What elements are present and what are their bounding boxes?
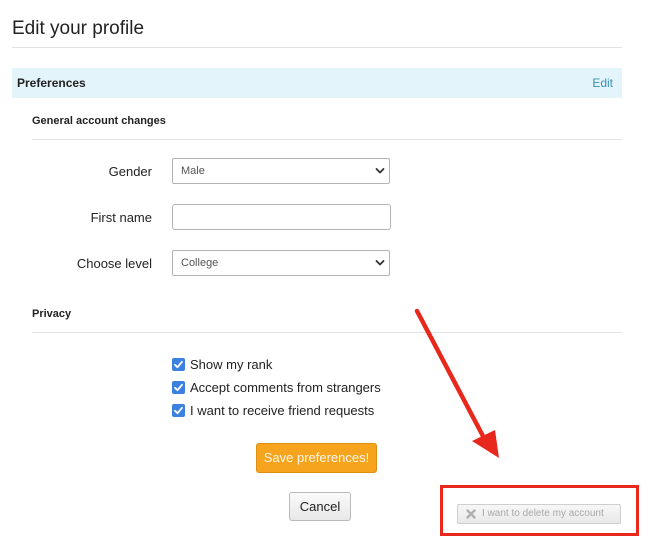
level-select[interactable]: College xyxy=(172,250,390,276)
show-rank-label: Show my rank xyxy=(190,357,273,372)
level-select-value: College xyxy=(181,257,219,269)
privacy-divider xyxy=(32,332,622,333)
accept-comments-checkbox[interactable] xyxy=(172,381,185,394)
cancel-button[interactable]: Cancel xyxy=(289,492,351,521)
choose-level-label: Choose level xyxy=(76,256,152,271)
preferences-edit-link[interactable]: Edit xyxy=(592,76,613,90)
chevron-down-icon xyxy=(375,168,385,174)
preferences-bar: Preferences Edit xyxy=(12,68,622,98)
friend-requests-label: I want to receive friend requests xyxy=(190,403,375,418)
checkmark-icon xyxy=(174,406,183,415)
first-name-label: First name xyxy=(90,210,152,225)
checkmark-icon xyxy=(174,383,183,392)
page-title: Edit your profile xyxy=(12,18,145,39)
general-account-heading: General account changes xyxy=(32,115,166,127)
highlight-box xyxy=(440,485,639,536)
gender-select-value: Male xyxy=(181,165,205,177)
general-divider xyxy=(32,139,622,140)
title-divider xyxy=(12,47,622,48)
save-preferences-button[interactable]: Save preferences! xyxy=(256,443,377,473)
preferences-label: Preferences xyxy=(17,76,86,90)
chevron-down-icon xyxy=(375,260,385,266)
edit-profile-page: Edit your profile Preferences Edit Gener… xyxy=(0,0,652,542)
checkmark-icon xyxy=(174,360,183,369)
gender-label: Gender xyxy=(108,164,152,179)
accept-comments-label: Accept comments from strangers xyxy=(190,380,381,395)
privacy-heading: Privacy xyxy=(32,308,72,320)
show-rank-checkbox[interactable] xyxy=(172,358,185,371)
first-name-input[interactable] xyxy=(172,204,391,230)
gender-select[interactable]: Male xyxy=(172,158,390,184)
friend-requests-checkbox[interactable] xyxy=(172,404,185,417)
